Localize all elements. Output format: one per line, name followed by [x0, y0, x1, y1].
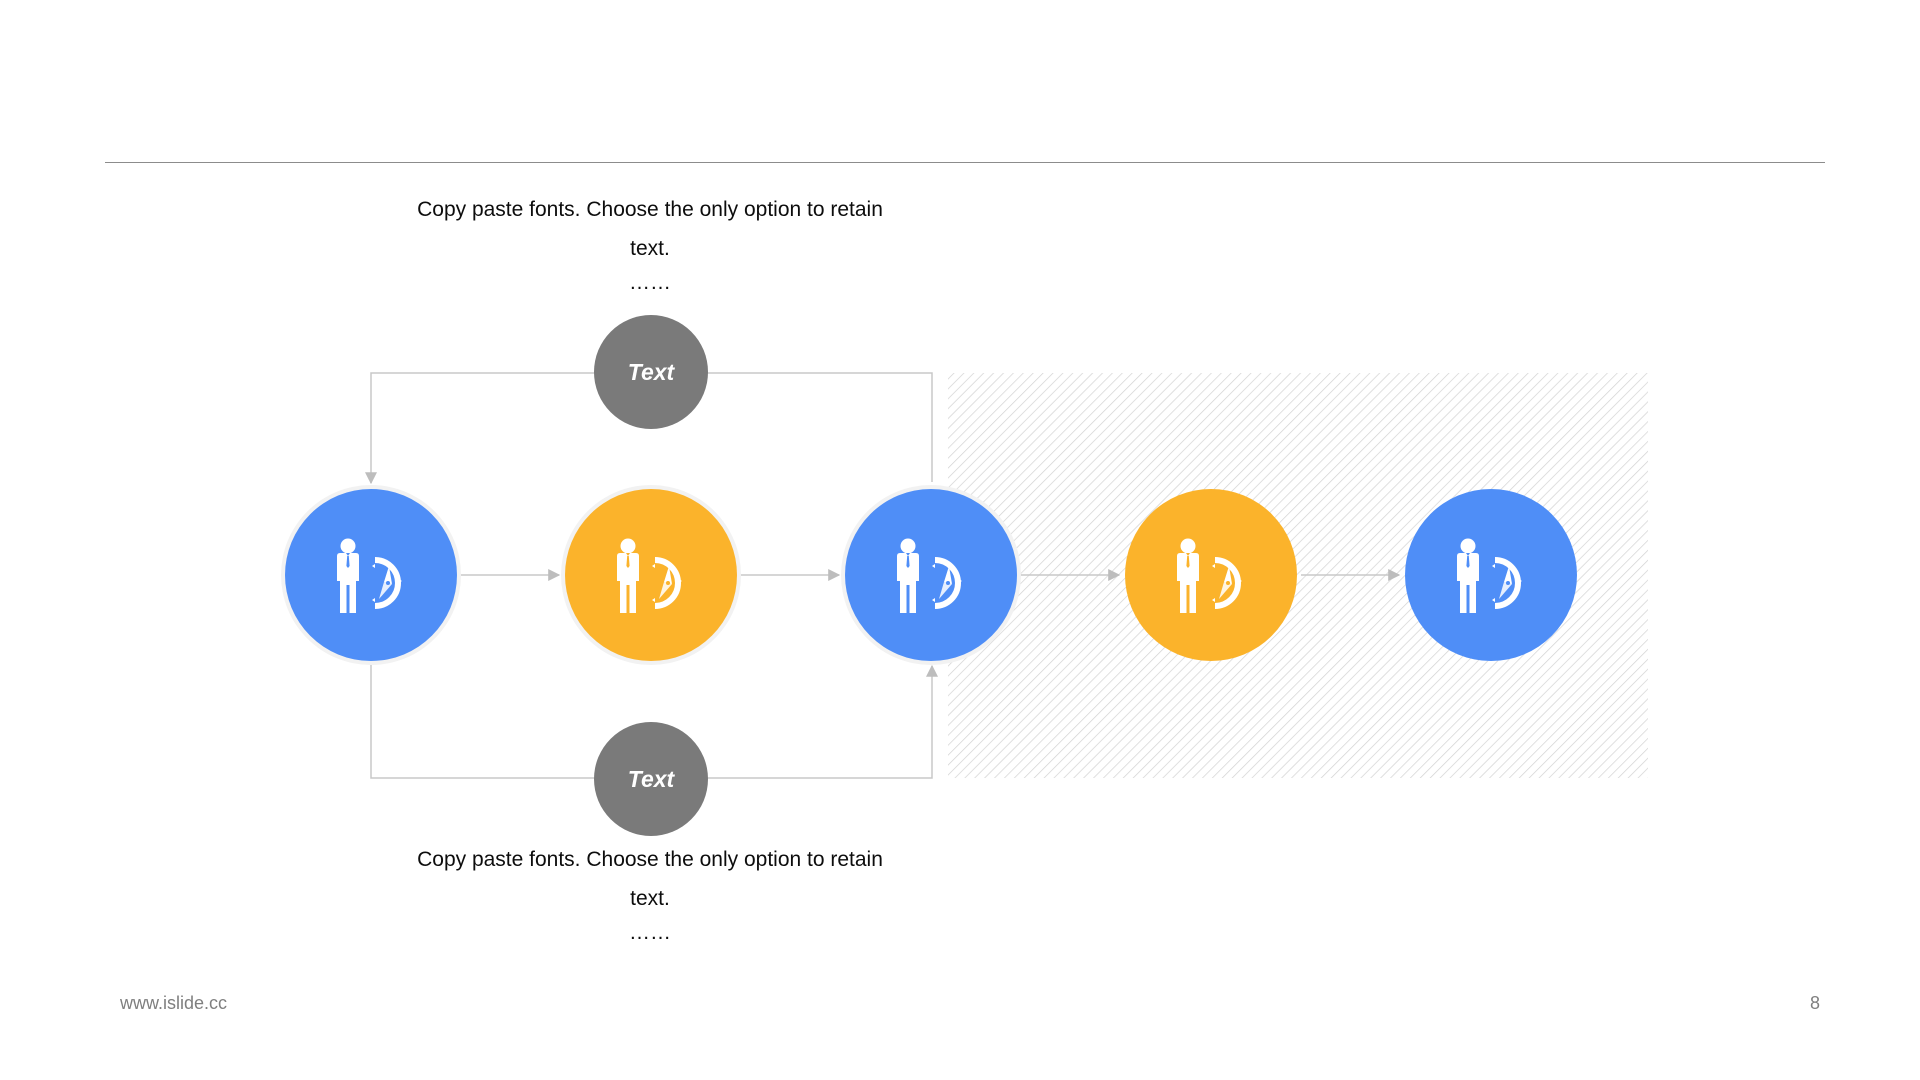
- branch-label-bottom: Text: [594, 722, 708, 836]
- slide: Copy paste fonts. Choose the only option…: [0, 0, 1920, 1080]
- process-node-3: [841, 485, 1021, 665]
- process-node-4: [1125, 489, 1297, 661]
- page-number: 8: [1809, 993, 1820, 1013]
- branch-label-top-text: Text: [628, 359, 676, 385]
- description-bottom: Copy paste fonts. Choose the only option…: [400, 840, 900, 948]
- branch-label-bottom-text: Text: [628, 766, 676, 792]
- description-bottom-ellipsis: ……: [629, 921, 671, 944]
- process-node-5: [1405, 489, 1577, 661]
- process-node-1: [281, 485, 461, 665]
- description-bottom-text: Copy paste fonts. Choose the only option…: [417, 848, 883, 910]
- footer-url: www.islide.cc: [120, 993, 228, 1013]
- process-node-2: [561, 485, 741, 665]
- branch-label-top: Text: [594, 315, 708, 429]
- process-diagram: Text Text: [281, 315, 1648, 836]
